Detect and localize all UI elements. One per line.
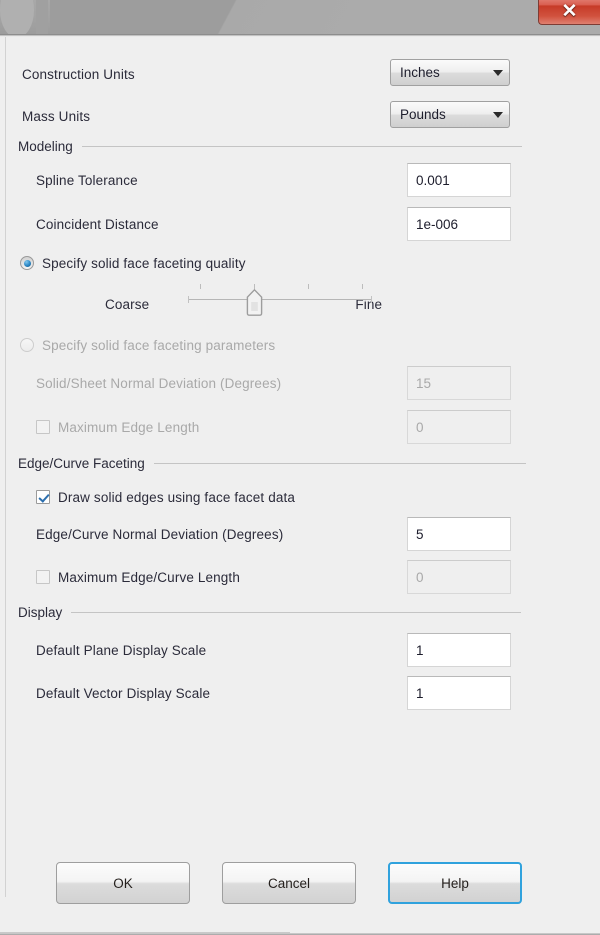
solid-normal-deviation-value: 15 [416, 375, 432, 391]
spline-tolerance-input[interactable]: 0.001 [407, 163, 511, 197]
checkbox-checked-icon [36, 490, 50, 504]
draw-solid-edges-checkbox[interactable]: Draw solid edges using face facet data [36, 490, 295, 505]
max-edge-curve-length-checkbox[interactable]: Maximum Edge/Curve Length [36, 570, 240, 585]
faceting-parameters-radio-label: Specify solid face faceting parameters [42, 337, 276, 353]
display-group-rule [71, 612, 522, 613]
group-display: Display [0, 605, 600, 620]
row-faceting-quality-radio: Specify solid face faceting quality [0, 248, 600, 278]
solid-normal-deviation-input: 15 [407, 366, 511, 400]
checkbox-unchecked-icon [36, 420, 50, 434]
construction-units-value: Inches [400, 65, 440, 80]
slider-tick [308, 284, 309, 289]
titlebar-decoration-left [0, 0, 34, 37]
vector-display-scale-value: 1 [416, 685, 424, 701]
mass-units-dropdown[interactable]: Pounds [390, 101, 510, 128]
coincident-distance-value: 1e-006 [416, 216, 459, 232]
max-edge-length-value: 0 [416, 419, 424, 435]
solid-normal-deviation-label: Solid/Sheet Normal Deviation (Degrees) [36, 375, 282, 391]
spline-tolerance-label: Spline Tolerance [36, 172, 138, 188]
faceting-parameters-radio[interactable]: Specify solid face faceting parameters [20, 338, 275, 353]
plane-display-scale-label: Default Plane Display Scale [36, 642, 207, 658]
faceting-quality-slider[interactable] [188, 281, 372, 321]
cancel-button-label: Cancel [267, 875, 311, 891]
coincident-distance-input[interactable]: 1e-006 [407, 207, 511, 241]
radio-selected-icon [20, 256, 34, 270]
max-edge-curve-length-input: 0 [407, 560, 511, 594]
edge-curve-group-rule [153, 463, 526, 464]
chevron-down-icon [487, 111, 509, 118]
vector-display-scale-label: Default Vector Display Scale [36, 685, 211, 701]
help-button-label: Help [441, 875, 469, 891]
row-mass-units: Mass Units [0, 101, 600, 131]
dialog-body: Construction Units Inches Mass Units Pou… [0, 37, 600, 935]
settings-dialog-window: ✕ Construction Units Inches Mass Units P… [0, 0, 600, 935]
vector-display-scale-input[interactable]: 1 [407, 676, 511, 710]
modeling-group-label: Modeling [18, 139, 73, 154]
faceting-quality-radio[interactable]: Specify solid face faceting quality [20, 256, 246, 271]
faceting-quality-radio-label: Specify solid face faceting quality [42, 255, 246, 271]
mass-units-value: Pounds [400, 107, 446, 122]
row-faceting-parameters-radio: Specify solid face faceting parameters [0, 330, 600, 360]
close-icon: ✕ [561, 1, 578, 22]
spline-tolerance-value: 0.001 [416, 172, 450, 188]
plane-display-scale-value: 1 [416, 642, 424, 658]
construction-units-label: Construction Units [22, 66, 135, 82]
titlebar-decoration-mid [50, 0, 350, 37]
group-modeling: Modeling [0, 139, 600, 154]
max-edge-curve-length-label: Maximum Edge/Curve Length [58, 569, 240, 585]
max-edge-curve-length-value: 0 [416, 569, 424, 585]
ok-button-label: OK [113, 875, 133, 891]
slider-track[interactable] [188, 296, 372, 303]
checkbox-unchecked-icon [36, 570, 50, 584]
construction-units-dropdown[interactable]: Inches [390, 59, 510, 86]
chevron-down-icon [487, 69, 509, 76]
max-edge-length-checkbox[interactable]: Maximum Edge Length [36, 420, 199, 435]
cancel-button[interactable]: Cancel [222, 862, 356, 904]
edge-normal-deviation-input[interactable]: 5 [407, 517, 511, 551]
display-group-label: Display [18, 605, 63, 620]
max-edge-length-label: Maximum Edge Length [58, 419, 200, 435]
window-titlebar: ✕ [0, 0, 600, 37]
plane-display-scale-input[interactable]: 1 [407, 633, 511, 667]
modeling-group-rule [81, 146, 522, 147]
titlebar-decoration-bar [36, 0, 48, 37]
radio-unselected-icon [20, 338, 34, 352]
edge-normal-deviation-label: Edge/Curve Normal Deviation (Degrees) [36, 526, 284, 542]
row-construction-units: Construction Units [0, 59, 600, 89]
edge-curve-group-label: Edge/Curve Faceting [18, 456, 145, 471]
ok-button[interactable]: OK [56, 862, 190, 904]
row-draw-solid-edges: Draw solid edges using face facet data [0, 482, 600, 512]
coincident-distance-label: Coincident Distance [36, 216, 159, 232]
slider-tick [200, 284, 201, 289]
close-button[interactable]: ✕ [538, 0, 600, 25]
help-button[interactable]: Help [388, 862, 522, 904]
mass-units-label: Mass Units [22, 108, 91, 124]
slider-coarse-label: Coarse [105, 296, 150, 312]
group-edge-curve-faceting: Edge/Curve Faceting [0, 456, 600, 471]
max-edge-length-input: 0 [407, 410, 511, 444]
edge-normal-deviation-value: 5 [416, 526, 424, 542]
slider-thumb[interactable] [246, 289, 263, 316]
draw-solid-edges-label: Draw solid edges using face facet data [58, 489, 296, 505]
slider-tick [362, 284, 363, 289]
